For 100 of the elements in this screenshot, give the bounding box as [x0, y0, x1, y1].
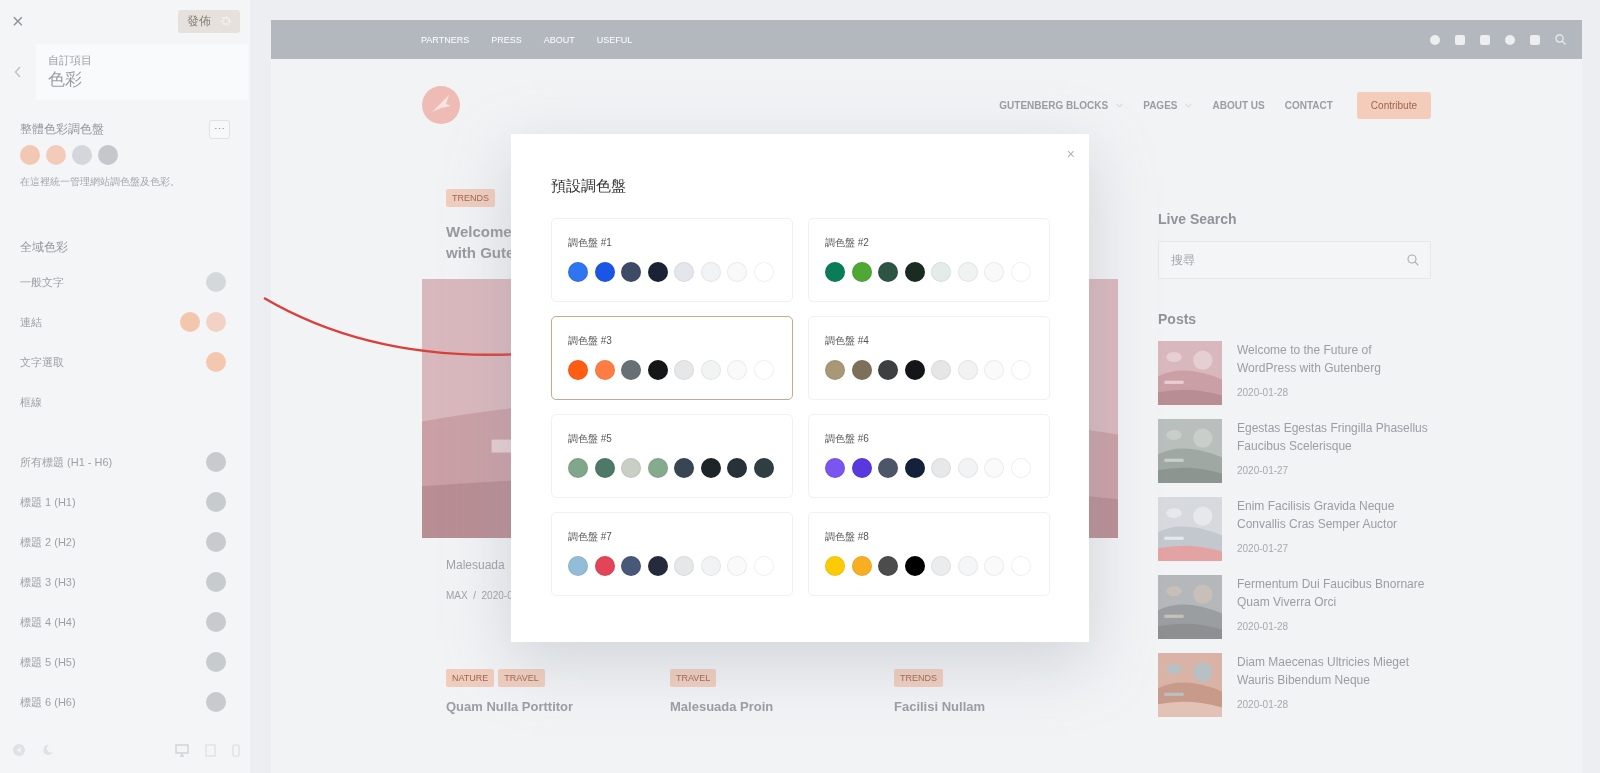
social-icon[interactable] — [1455, 34, 1465, 45]
category-tag[interactable]: TRAVEL — [498, 669, 545, 687]
color-swatch[interactable] — [621, 556, 641, 576]
color-swatch[interactable] — [98, 145, 118, 165]
color-swatch[interactable] — [931, 458, 951, 478]
color-swatch[interactable] — [674, 556, 694, 576]
color-swatch[interactable] — [957, 360, 978, 380]
color-swatch[interactable] — [647, 360, 668, 380]
color-swatch[interactable] — [931, 262, 951, 282]
top-link[interactable]: USEFUL — [596, 34, 633, 45]
palette-card[interactable]: 調色盤 #6 — [808, 414, 1050, 498]
social-icon[interactable] — [1480, 34, 1490, 45]
color-swatch[interactable] — [727, 458, 747, 478]
category-tag[interactable]: TRAVEL — [670, 669, 717, 687]
color-swatch[interactable] — [568, 458, 588, 478]
search-icon[interactable] — [1407, 254, 1419, 266]
post-link[interactable]: Enim Facilisis Gravida Neque Convallis Cras Semper Auctor — [1237, 497, 1431, 533]
color-swatch[interactable] — [878, 360, 898, 380]
color-swatch[interactable] — [700, 458, 721, 478]
color-swatch[interactable] — [700, 262, 721, 282]
color-swatch[interactable] — [825, 360, 845, 380]
color-swatch[interactable] — [20, 145, 40, 165]
color-swatch[interactable] — [206, 272, 226, 292]
color-swatch[interactable] — [878, 556, 898, 576]
color-swatch[interactable] — [825, 458, 845, 478]
color-swatch[interactable] — [647, 556, 668, 576]
nav-item[interactable]: PAGES — [1143, 99, 1193, 111]
color-swatch[interactable] — [931, 556, 951, 576]
contribute-button[interactable]: Contribute — [1356, 91, 1431, 119]
nav-item[interactable]: CONTACT — [1284, 99, 1333, 111]
post-link[interactable]: Diam Maecenas Ultricies Mieget Wauris Bibendum Neque — [1237, 653, 1431, 689]
color-swatch[interactable] — [206, 312, 226, 332]
color-swatch[interactable] — [206, 452, 226, 472]
color-swatch[interactable] — [206, 352, 226, 372]
palette-card[interactable]: 調色盤 #5 — [551, 414, 793, 498]
color-swatch[interactable] — [851, 360, 872, 380]
color-swatch[interactable] — [957, 458, 978, 478]
color-swatch[interactable] — [851, 556, 872, 576]
post-link[interactable]: Egestas Egestas Fringilla Phasellus Faucibus Scelerisque — [1237, 419, 1431, 455]
color-swatch[interactable] — [674, 262, 694, 282]
color-swatch[interactable] — [568, 556, 588, 576]
color-swatch[interactable] — [180, 312, 200, 332]
palette-card[interactable]: 調色盤 #8 — [808, 512, 1050, 596]
close-button[interactable]: × — [12, 9, 24, 33]
color-swatch[interactable] — [957, 556, 978, 576]
top-link[interactable]: PRESS — [491, 34, 522, 45]
palette-card[interactable]: 調色盤 #1 — [551, 218, 793, 302]
category-tag[interactable]: TRENDS — [894, 669, 943, 687]
color-swatch[interactable] — [594, 262, 615, 282]
color-swatch[interactable] — [621, 262, 641, 282]
color-swatch[interactable] — [206, 612, 226, 632]
post-link[interactable]: Fermentum Dui Faucibus Bnornare Quam Viverra Orci — [1237, 575, 1431, 611]
more-button[interactable]: ⋯ — [209, 120, 230, 139]
color-swatch[interactable] — [753, 458, 774, 478]
color-swatch[interactable] — [621, 360, 641, 380]
nav-item[interactable]: GUTENBERG BLOCKS — [999, 99, 1124, 111]
desktop-icon[interactable] — [175, 743, 189, 757]
search-icon[interactable] — [1555, 34, 1566, 45]
category-tag[interactable]: NATURE — [446, 669, 495, 687]
close-button[interactable]: × — [1066, 146, 1075, 162]
color-swatch[interactable] — [904, 556, 925, 576]
search-field[interactable]: 搜尋 — [1158, 241, 1431, 279]
color-swatch[interactable] — [957, 262, 978, 282]
color-swatch[interactable] — [621, 458, 641, 478]
palette-card[interactable]: 調色盤 #4 — [808, 316, 1050, 400]
top-link[interactable]: PARTNERS — [421, 34, 470, 45]
color-swatch[interactable] — [904, 262, 925, 282]
color-swatch[interactable] — [700, 556, 721, 576]
color-swatch[interactable] — [647, 458, 668, 478]
bird-logo[interactable] — [422, 86, 460, 124]
social-icon[interactable] — [1430, 34, 1440, 45]
color-swatch[interactable] — [594, 360, 615, 380]
color-swatch[interactable] — [206, 492, 226, 512]
color-swatch[interactable] — [851, 262, 872, 282]
color-swatch[interactable] — [878, 458, 898, 478]
color-swatch[interactable] — [568, 262, 588, 282]
social-icon[interactable] — [1505, 34, 1515, 45]
color-swatch[interactable] — [206, 572, 226, 592]
color-swatch[interactable] — [825, 556, 845, 576]
post-title[interactable]: Facilisi Nullam — [894, 699, 986, 714]
social-icon[interactable] — [1530, 34, 1540, 45]
color-swatch[interactable] — [594, 458, 615, 478]
color-swatch[interactable] — [825, 262, 845, 282]
palette-card[interactable]: 調色盤 #3 — [551, 316, 793, 400]
color-swatch[interactable] — [206, 532, 226, 552]
color-swatch[interactable] — [700, 360, 721, 380]
palette-card[interactable]: 調色盤 #7 — [551, 512, 793, 596]
color-swatch[interactable] — [904, 360, 925, 380]
color-swatch[interactable] — [647, 262, 668, 282]
color-swatch[interactable] — [206, 692, 226, 712]
color-swatch[interactable] — [206, 652, 226, 672]
color-swatch[interactable] — [594, 556, 615, 576]
back-icon[interactable] — [14, 66, 22, 78]
color-swatch[interactable] — [904, 458, 925, 478]
color-swatch[interactable] — [674, 360, 694, 380]
color-swatch[interactable] — [878, 262, 898, 282]
color-swatch[interactable] — [568, 360, 588, 380]
color-swatch[interactable] — [72, 145, 92, 165]
post-title[interactable]: Quam Nulla Porttitor — [446, 699, 574, 714]
nav-item[interactable]: ABOUT US — [1212, 99, 1265, 111]
